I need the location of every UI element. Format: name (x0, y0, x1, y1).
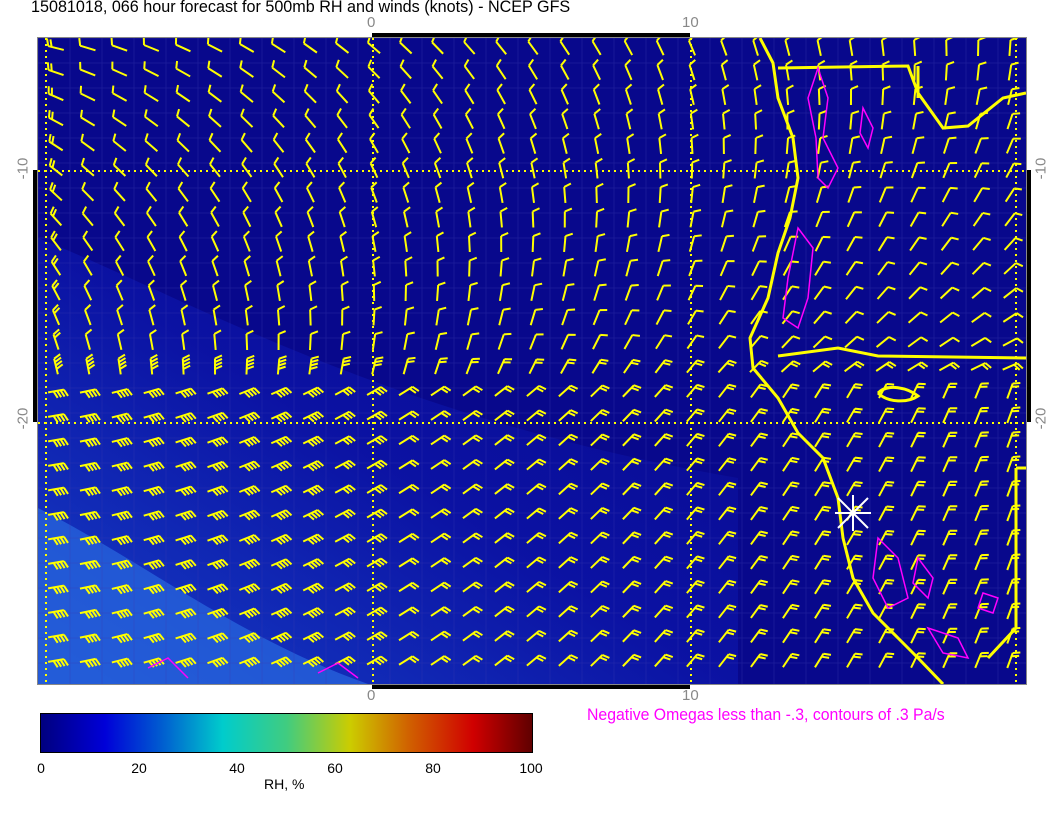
left-tick-minus20: -20 (14, 407, 32, 430)
top-tick-10: 10 (682, 14, 699, 31)
chart-title: 15081018, 066 hour forecast for 500mb RH… (31, 0, 571, 16)
forecast-map (37, 34, 1027, 686)
colorbar-label: RH, % (264, 776, 305, 792)
rh-colorbar (40, 713, 533, 753)
colorbar-tick: 40 (229, 760, 245, 776)
bottom-tick-0: 0 (367, 687, 376, 704)
colorbar-tick: 60 (327, 760, 343, 776)
colorbar-tick: 80 (425, 760, 441, 776)
right-tick-minus20: -20 (1032, 407, 1050, 430)
colorbar-tick: 100 (519, 760, 543, 776)
bottom-tick-10: 10 (682, 687, 699, 704)
location-marker-icon (835, 495, 871, 531)
top-tick-0: 0 (367, 14, 376, 31)
left-tick-minus10: -10 (14, 157, 32, 180)
map-canvas (37, 34, 1027, 686)
colorbar-tick: 0 (37, 760, 45, 776)
right-tick-minus10: -10 (1032, 157, 1050, 180)
colorbar-tick: 20 (131, 760, 147, 776)
omega-legend-note: Negative Omegas less than -.3, contours … (587, 705, 945, 724)
axis-bar-right (1027, 170, 1031, 422)
